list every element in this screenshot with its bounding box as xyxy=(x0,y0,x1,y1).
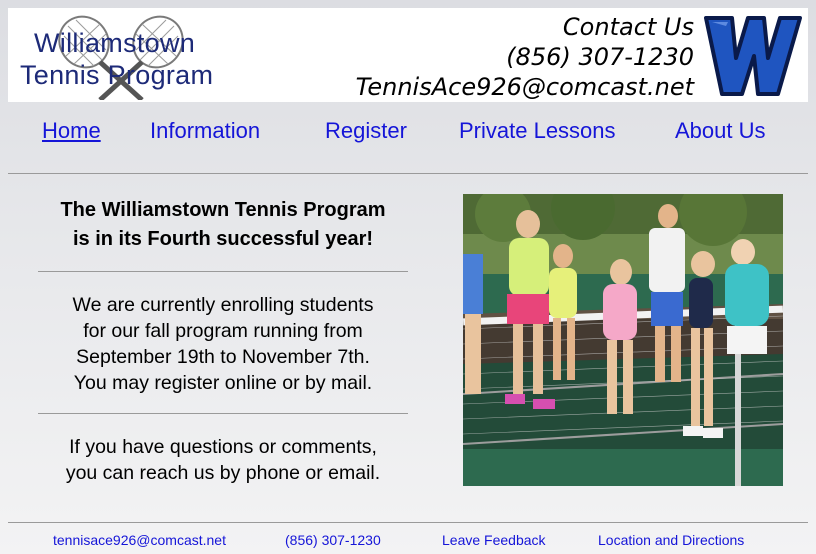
nav-about-us[interactable]: About Us xyxy=(675,118,766,144)
nav-divider xyxy=(8,173,808,174)
text-divider-2 xyxy=(38,413,408,414)
main-text-column: The Williamstown Tennis Program is in it… xyxy=(20,196,426,486)
headline-line-1: The Williamstown Tennis Program xyxy=(60,199,386,221)
footer-feedback-link[interactable]: Leave Feedback xyxy=(442,532,546,548)
tennis-kids-photo xyxy=(463,194,783,486)
para1-line: We are currently enrolling students xyxy=(72,294,374,316)
logo-line-1: Williamstown xyxy=(34,28,196,58)
enrollment-paragraph: We are currently enrolling students for … xyxy=(20,292,426,396)
contact-email: TennisAce926@comcast.net xyxy=(355,73,694,101)
headline-line-2: is in its Fourth successful year! xyxy=(72,228,374,250)
para1-line: for our fall program running from xyxy=(83,320,363,342)
para1-line: You may register online or by mail. xyxy=(73,372,373,394)
contact-paragraph: If you have questions or comments, you c… xyxy=(20,434,426,486)
para2-line: you can reach us by phone or email. xyxy=(65,462,381,484)
main-nav: Home Information Register Private Lesson… xyxy=(0,118,816,150)
w-logo-icon xyxy=(704,16,802,96)
site-header: Williamstown Tennis Program Contact Us (… xyxy=(8,8,808,102)
footer-email-link[interactable]: tennisace926@comcast.net xyxy=(53,532,226,548)
logo-line-2: Tennis Program xyxy=(20,60,214,90)
contact-phone: (856) 307-1230 xyxy=(506,43,694,71)
nav-private-lessons[interactable]: Private Lessons xyxy=(459,118,616,144)
contact-block: Contact Us (856) 307-1230 TennisAce926@c… xyxy=(356,12,694,102)
nav-register[interactable]: Register xyxy=(325,118,407,144)
contact-title: Contact Us xyxy=(562,13,694,41)
text-divider-1 xyxy=(38,271,408,272)
nav-information[interactable]: Information xyxy=(150,118,260,144)
footer-divider xyxy=(8,522,808,523)
site-footer: tennisace926@comcast.net (856) 307-1230 … xyxy=(0,532,816,552)
footer-phone-link[interactable]: (856) 307-1230 xyxy=(285,532,381,548)
nav-home[interactable]: Home xyxy=(42,118,101,144)
footer-directions-link[interactable]: Location and Directions xyxy=(598,532,744,548)
site-logo[interactable]: Williamstown Tennis Program xyxy=(16,12,232,100)
para2-line: If you have questions or comments, xyxy=(69,436,377,458)
para1-line: September 19th to November 7th. xyxy=(76,346,370,368)
headline: The Williamstown Tennis Program is in it… xyxy=(20,196,426,254)
